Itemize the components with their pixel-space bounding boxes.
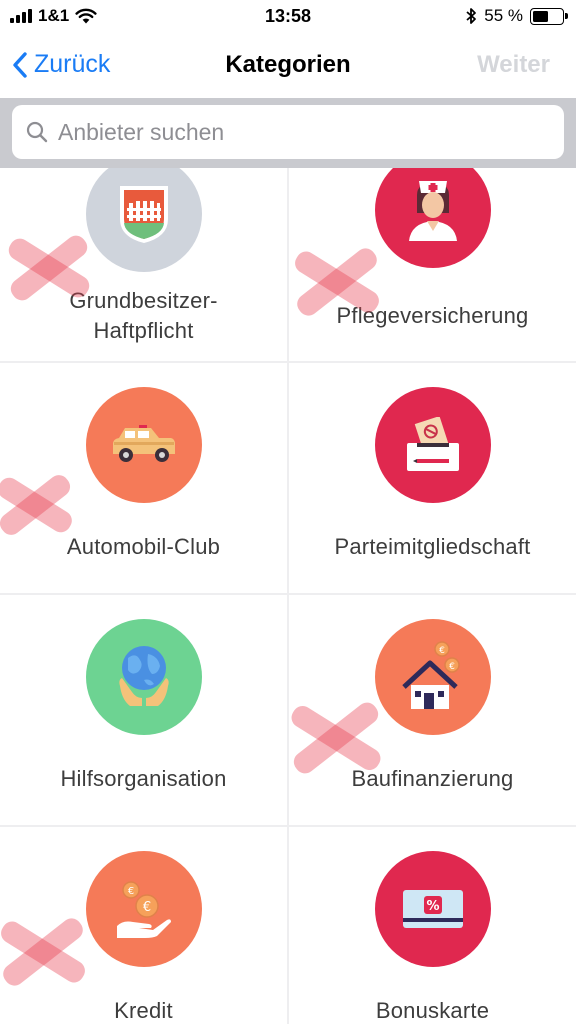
battery-icon xyxy=(530,7,568,25)
category-label: Parteimitgliedschaft xyxy=(334,534,531,559)
category-label: Bonuskarte xyxy=(375,998,490,1023)
category-baufinanzierung[interactable]: € € Baufinanzierung xyxy=(289,595,576,825)
battery-percent: 55 % xyxy=(484,6,523,25)
house-coins-icon: € € xyxy=(401,641,460,709)
category-icon-circle: € € xyxy=(85,851,202,967)
category-icon-circle xyxy=(85,387,202,503)
category-label: Grundbesitzer- Haftpflicht xyxy=(0,286,287,346)
globe-hands-icon xyxy=(118,646,169,706)
category-icon-circle xyxy=(374,387,491,503)
hand-coins-icon: € € xyxy=(116,881,171,938)
category-label: Hilfsorganisation xyxy=(60,766,227,791)
shield-fence-icon xyxy=(119,186,168,243)
category-icon-circle xyxy=(85,619,202,735)
search-field[interactable] xyxy=(12,105,564,159)
category-bonuskarte[interactable]: % Bonuskarte xyxy=(289,827,576,1024)
category-label-line2: Haftpflicht xyxy=(93,318,194,343)
category-label: Automobil-Club xyxy=(66,534,221,559)
status-right-group: 55 % xyxy=(465,6,568,26)
category-grundbesitzer-haftpflicht[interactable]: Grundbesitzer- Haftpflicht xyxy=(0,168,287,361)
category-pflegeversicherung[interactable]: Pflegeversicherung xyxy=(289,168,576,361)
category-automobil-club[interactable]: Automobil-Club xyxy=(0,363,287,593)
next-button[interactable]: Weiter xyxy=(477,51,550,79)
svg-text:%: % xyxy=(426,899,439,914)
category-icon-circle: % xyxy=(374,851,491,967)
bonus-card-icon: % xyxy=(402,890,463,928)
car-icon xyxy=(112,425,175,462)
category-hilfsorganisation[interactable]: Hilfsorganisation xyxy=(0,595,287,825)
search-input[interactable] xyxy=(58,118,538,146)
nurse-icon xyxy=(408,181,457,241)
category-parteimitgliedschaft[interactable]: Parteimitgliedschaft xyxy=(289,363,576,593)
category-kredit[interactable]: € € Kredit xyxy=(0,827,287,1024)
svg-text:€: € xyxy=(127,886,133,897)
category-icon-circle: € € xyxy=(374,619,491,735)
bluetooth-icon xyxy=(466,8,477,24)
category-grid: Grundbesitzer- Haftpflicht Pflegeversich… xyxy=(0,168,576,1024)
status-bar: 1&1 13:58 55 % xyxy=(0,0,576,34)
svg-text:€: € xyxy=(439,646,445,656)
category-label: Kredit xyxy=(114,998,173,1023)
category-label: Baufinanzierung xyxy=(351,766,514,791)
category-icon-circle xyxy=(374,168,491,268)
navigation-bar: Zurück Kategorien Weiter xyxy=(0,34,576,98)
category-icon-circle xyxy=(85,168,202,272)
ballot-box-icon xyxy=(406,417,459,471)
category-label: Pflegeversicherung xyxy=(336,303,529,328)
svg-text:€: € xyxy=(142,900,150,915)
svg-text:€: € xyxy=(449,662,455,672)
search-icon xyxy=(26,121,48,143)
search-bar xyxy=(0,98,576,168)
category-label-line1: Grundbesitzer- xyxy=(69,288,218,313)
